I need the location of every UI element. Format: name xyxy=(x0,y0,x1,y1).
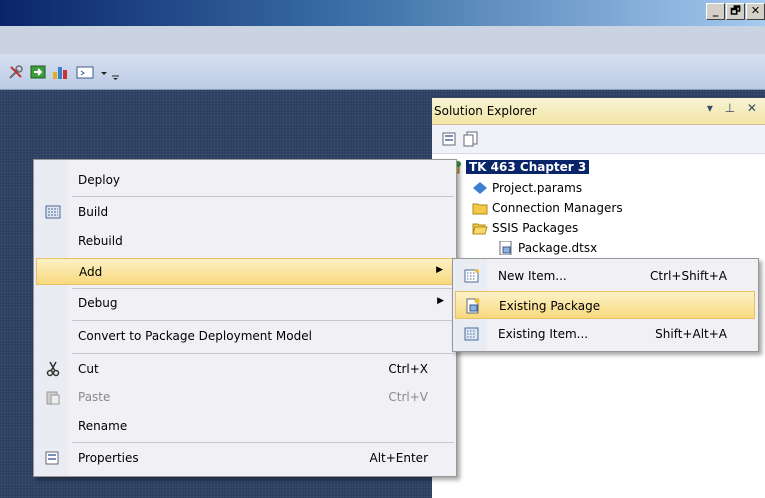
submenu-arrow-icon: ▶ xyxy=(436,265,443,275)
tree-item-connection-managers[interactable]: Connection Managers xyxy=(472,201,623,215)
solution-explorer-title: Solution Explorer xyxy=(434,104,537,118)
tree-item-project[interactable]: TK 463 Chapter 3 xyxy=(446,160,590,174)
context-menu: Deploy Build Rebuild Add ▶ Debug ▶ Conve… xyxy=(33,159,457,477)
chart-icon[interactable] xyxy=(52,64,68,80)
menu-item-add[interactable]: Add ▶ xyxy=(36,258,454,285)
paste-icon xyxy=(46,391,60,405)
deploy-icon[interactable] xyxy=(30,64,46,80)
folder-open-icon xyxy=(472,223,488,235)
menu-item-label: Build xyxy=(78,205,109,219)
close-button[interactable]: ✕ xyxy=(746,3,765,20)
pane-controls[interactable]: ▾ ⊥ ✕ xyxy=(707,101,761,115)
existing-package-icon xyxy=(466,298,480,314)
tree-item-label: Connection Managers xyxy=(492,201,623,215)
tree-item-label: Package.dtsx xyxy=(518,241,598,255)
menu-shortcut: Ctrl+X xyxy=(388,362,428,376)
add-submenu: New Item... Ctrl+Shift+A Existing Packag… xyxy=(452,258,759,352)
window-icon[interactable] xyxy=(76,64,96,80)
tools-icon[interactable] xyxy=(8,64,24,80)
existing-item-icon xyxy=(464,327,479,341)
submenu-item-existing-item[interactable]: Existing Item... Shift+Alt+A xyxy=(455,320,755,348)
menu-item-deploy[interactable]: Deploy xyxy=(36,167,454,194)
minimize-button[interactable]: _ xyxy=(706,3,725,20)
submenu-item-existing-package[interactable]: Existing Package xyxy=(455,291,755,319)
menu-item-label: Convert to Package Deployment Model xyxy=(78,329,312,343)
menu-separator xyxy=(72,288,454,289)
menu-item-label: Add xyxy=(79,265,103,279)
build-icon xyxy=(45,205,61,219)
menu-item-label: Debug xyxy=(78,296,118,310)
solution-explorer-toolbar xyxy=(432,125,765,154)
menu-separator xyxy=(72,442,454,443)
folder-icon xyxy=(472,203,488,215)
menu-bar xyxy=(0,26,765,54)
menu-item-rebuild[interactable]: Rebuild xyxy=(36,228,454,255)
menu-item-rename[interactable]: Rename xyxy=(36,413,454,440)
menu-shortcut: Ctrl+V xyxy=(388,390,428,404)
new-item-icon xyxy=(464,269,479,283)
menu-separator xyxy=(72,196,454,197)
tree-item-ssis-packages[interactable]: SSIS Packages xyxy=(472,221,578,235)
menu-item-label: Existing Package xyxy=(499,299,601,313)
menu-item-label: Properties xyxy=(78,451,139,465)
menu-item-label: Rebuild xyxy=(78,234,123,248)
project-label: TK 463 Chapter 3 xyxy=(466,160,590,174)
menu-item-debug[interactable]: Debug ▶ xyxy=(36,290,454,317)
submenu-item-new-item[interactable]: New Item... Ctrl+Shift+A xyxy=(455,262,755,290)
menu-shortcut: Alt+Enter xyxy=(369,451,428,465)
window-controls: _ 🗗 ✕ xyxy=(706,3,765,20)
package-file-icon xyxy=(499,241,512,255)
menu-item-properties[interactable]: Properties Alt+Enter xyxy=(36,445,454,472)
menu-shortcut: Shift+Alt+A xyxy=(655,327,727,341)
tree-item-label: SSIS Packages xyxy=(492,221,579,235)
toolbar xyxy=(0,54,765,90)
menu-item-label: Cut xyxy=(78,362,99,376)
tree-item-label: Project.params xyxy=(492,181,583,195)
menu-item-label: Deploy xyxy=(78,173,121,187)
menu-separator xyxy=(72,353,454,354)
restore-button[interactable]: 🗗 xyxy=(726,3,745,20)
menu-shortcut: Ctrl+Shift+A xyxy=(650,269,727,283)
menu-item-paste[interactable]: Paste Ctrl+V xyxy=(36,384,454,411)
title-bar: _ 🗗 ✕ xyxy=(0,0,765,26)
properties-icon xyxy=(45,451,59,465)
menu-item-label: Rename xyxy=(78,419,128,433)
tree-item-params[interactable]: Project.params xyxy=(472,181,582,195)
solution-explorer-header: Solution Explorer ▾ ⊥ ✕ xyxy=(432,98,765,125)
menu-separator xyxy=(72,320,454,321)
dropdown-icon[interactable] xyxy=(99,64,109,80)
submenu-arrow-icon: ▶ xyxy=(437,296,444,306)
menu-item-convert[interactable]: Convert to Package Deployment Model xyxy=(36,323,454,350)
properties-icon[interactable] xyxy=(442,131,458,147)
tree-item-package[interactable]: Package.dtsx xyxy=(498,241,597,255)
scissors-icon xyxy=(46,361,60,377)
params-icon xyxy=(473,182,487,194)
menu-item-cut[interactable]: Cut Ctrl+X xyxy=(36,356,454,383)
menu-item-label: New Item... xyxy=(498,269,567,283)
show-all-files-icon[interactable] xyxy=(463,131,479,147)
menu-item-label: Existing Item... xyxy=(498,327,589,341)
menu-item-build[interactable]: Build xyxy=(36,199,454,226)
overflow-icon[interactable] xyxy=(111,64,121,80)
menu-item-label: Paste xyxy=(78,390,111,404)
